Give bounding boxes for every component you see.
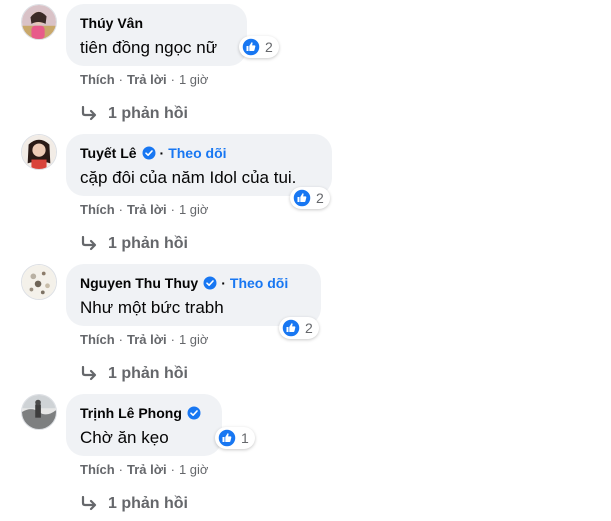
reply-button[interactable]: Trả lời [127,202,167,217]
comment-bubble: Trịnh Lê Phong Chờ ăn kẹo [66,394,222,456]
follow-button[interactable]: Theo dõi [168,145,226,161]
reply-arrow-icon [80,236,100,252]
comment-bubble: Tuyết Lê · Theo dõi cặp đôi của năm Idol… [66,134,332,196]
timestamp[interactable]: 1 giờ [179,332,209,347]
avatar[interactable] [21,394,57,430]
avatar[interactable] [21,264,57,300]
reaction-summary[interactable]: 2 [290,187,330,209]
like-button[interactable]: Thích [80,332,115,347]
reply-arrow-icon [80,106,100,122]
reaction-count: 2 [305,320,313,336]
comment-actions: Thích · Trả lời · 1 giờ [80,332,208,347]
commenter-name[interactable]: Nguyen Thu Thuy [80,275,198,291]
commenter-name[interactable]: Trịnh Lê Phong [80,405,182,421]
verified-badge-icon [203,276,217,290]
like-icon [241,37,261,57]
follow-button[interactable]: Theo dõi [230,275,288,291]
commenter-name[interactable]: Tuyết Lê [80,145,137,161]
verified-badge-icon [142,146,156,160]
reaction-summary[interactable]: 1 [215,427,255,449]
replies-count-label: 1 phản hồi [108,105,188,122]
separator: · [170,462,175,477]
view-replies-button[interactable]: 1 phản hồi [80,232,188,256]
like-button[interactable]: Thích [80,72,115,87]
comment-text: tiên đồng ngọc nữ [80,38,218,57]
reply-arrow-icon [80,366,100,382]
timestamp[interactable]: 1 giờ [179,462,209,477]
replies-count-label: 1 phản hồi [108,495,188,512]
separator: · [159,145,165,161]
view-replies-button[interactable]: 1 phản hồi [80,492,188,516]
reaction-count: 2 [265,39,273,55]
comment-text: Như một bức trabh [80,298,224,317]
reaction-count: 2 [316,190,324,206]
comment-bubble: Nguyen Thu Thuy · Theo dõi Như một bức t… [66,264,321,326]
timestamp[interactable]: 1 giờ [179,72,209,87]
separator: · [118,462,124,477]
reply-arrow-icon [80,496,100,512]
comment-text: Chờ ăn kẹo [80,428,169,447]
like-icon [217,428,237,448]
comment-actions: Thích · Trả lời · 1 giờ [80,462,208,477]
reply-button[interactable]: Trả lời [127,72,167,87]
reaction-summary[interactable]: 2 [239,36,279,58]
comment-actions: Thích · Trả lời · 1 giờ [80,72,208,87]
timestamp[interactable]: 1 giờ [179,202,209,217]
avatar[interactable] [21,4,57,40]
avatar[interactable] [21,134,57,170]
replies-count-label: 1 phản hồi [108,365,188,382]
verified-badge-icon [187,406,201,420]
separator: · [118,202,124,217]
like-icon [281,318,301,338]
reply-button[interactable]: Trả lời [127,462,167,477]
reaction-count: 1 [241,430,249,446]
like-button[interactable]: Thích [80,202,115,217]
separator: · [221,275,226,291]
separator: · [118,332,124,347]
separator: · [170,332,175,347]
comment-actions: Thích · Trả lời · 1 giờ [80,202,208,217]
separator: · [170,202,175,217]
like-button[interactable]: Thích [80,462,115,477]
like-icon [292,188,312,208]
separator: · [118,72,124,87]
separator: · [170,72,175,87]
view-replies-button[interactable]: 1 phản hồi [80,102,188,126]
comment-bubble: Thúy Vân tiên đồng ngọc nữ [66,4,247,66]
reply-button[interactable]: Trả lời [127,332,167,347]
reaction-summary[interactable]: 2 [279,317,319,339]
commenter-name[interactable]: Thúy Vân [80,15,143,31]
view-replies-button[interactable]: 1 phản hồi [80,362,188,386]
comment-text: cặp đôi của năm Idol của tui. [80,168,297,187]
replies-count-label: 1 phản hồi [108,235,188,252]
